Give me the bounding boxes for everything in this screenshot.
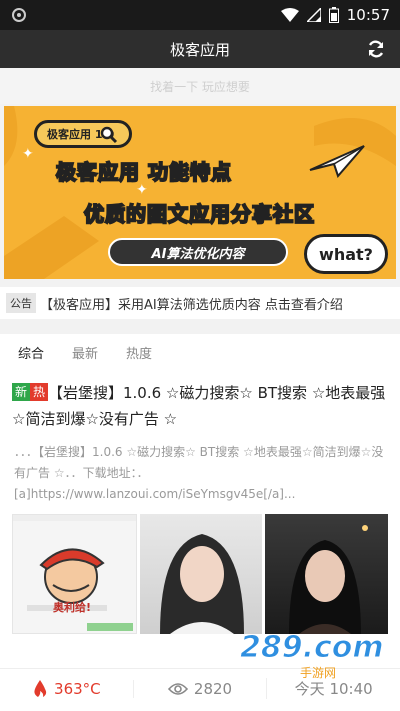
heat-value: 363°C <box>54 679 101 698</box>
views-stat: 2820 <box>132 679 267 698</box>
thumbnail-image-3[interactable] <box>265 514 389 634</box>
hot-badge: 热 <box>30 383 48 401</box>
post-time: 今天 10:40 <box>294 680 373 698</box>
new-badge: 新 <box>12 383 30 401</box>
portrait-photo-image <box>159 534 244 634</box>
eye-icon <box>167 682 188 695</box>
search-placeholder: 找着一下 玩应想要 <box>150 79 250 94</box>
what-bubble: what? <box>304 234 388 274</box>
tab-latest[interactable]: 最新 <box>72 343 98 362</box>
notice-bar[interactable]: 公告 【极客应用】采用AI算法筛选优质内容 点击查看介绍 <box>0 287 400 319</box>
app-bar: 极客应用 <box>0 30 400 68</box>
refresh-icon <box>368 40 384 58</box>
tab-comprehensive[interactable]: 综合 <box>18 343 44 362</box>
post-title-block: 新热【岩堡搜】1.0.6 ☆磁力搜索☆ BT搜索 ☆地表最强☆简洁到爆☆没有广告… <box>12 380 392 432</box>
post-description: ．．．【岩堡搜】1.0.6 ☆磁力搜索☆ BT搜索 ☆地表最强☆简洁到爆☆没有广… <box>14 445 384 501</box>
signal-icon <box>306 8 321 22</box>
post-thumbnails: 奥利给! <box>12 514 389 634</box>
time-stat: 今天 10:40 <box>266 678 400 699</box>
magnifier-icon <box>100 126 118 144</box>
refresh-button[interactable] <box>364 37 388 61</box>
thumbnail-caption: 奥利给! <box>53 601 92 614</box>
flame-icon <box>34 679 47 697</box>
views-value: 2820 <box>193 679 233 698</box>
banner-headline-2: 优质的图文应用分享社区 <box>83 201 315 227</box>
status-time: 10:57 <box>346 6 390 24</box>
sparkle-icon: ✦ <box>136 182 148 198</box>
thumbnail-image-1[interactable]: 奥利给! <box>12 514 137 634</box>
page-title: 极客应用 <box>169 40 230 59</box>
paper-plane-icon <box>309 145 365 178</box>
post-title: 【岩堡搜】1.0.6 ☆磁力搜索☆ BT搜索 ☆地表最强☆简洁到爆☆没有广告 ☆ <box>12 384 386 428</box>
battery-icon <box>328 7 339 23</box>
notification-icon <box>12 8 26 22</box>
promo-banner[interactable]: 极客应用 1.0 极客应用 功能特点 优质的图文应用分享社区 ✦ ✦ AI算法优… <box>4 106 396 279</box>
night-portrait-image <box>289 525 369 634</box>
feed-tabs: 综合 最新 热度 <box>0 334 400 370</box>
wifi-icon <box>280 8 299 22</box>
notice-tag: 公告 <box>6 293 36 313</box>
heat-stat: 363°C <box>0 679 133 698</box>
search-bar[interactable]: 找着一下 玩应想要 <box>0 68 400 104</box>
banner-headline-1: 极客应用 功能特点 <box>55 159 232 185</box>
tab-popularity[interactable]: 热度 <box>126 343 152 362</box>
thumbnail-image-2[interactable] <box>139 514 263 634</box>
cartoon-character-image <box>13 515 136 631</box>
sparkle-icon: ✦ <box>22 146 34 162</box>
site-watermark-logo: 289.com 手游网 <box>240 630 385 681</box>
status-bar: 10:57 <box>0 0 400 30</box>
notice-text: 【极客应用】采用AI算法筛选优质内容 点击查看介绍 <box>40 297 343 313</box>
banner-pill: AI算法优化内容 <box>108 238 288 266</box>
